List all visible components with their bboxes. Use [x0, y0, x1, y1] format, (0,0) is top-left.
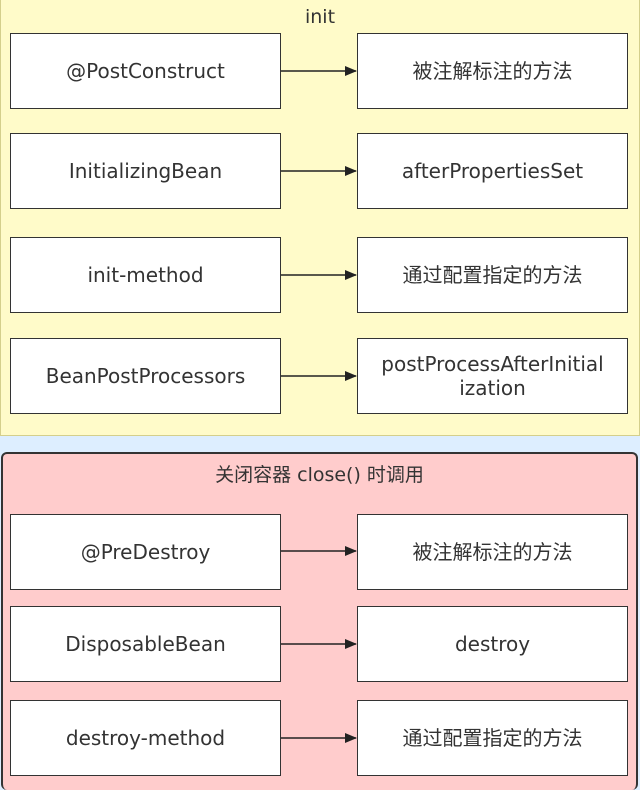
close-step-disposablebean: DisposableBean — [10, 606, 281, 682]
init-result-postprocess-line1: postProcessAfterInitial — [381, 352, 604, 376]
init-result-annotated-method-label: 被注解标注的方法 — [412, 59, 573, 83]
close-result-destroy-label: destroy — [454, 632, 531, 656]
init-result-configured-method-label: 通过配置指定的方法 — [402, 263, 583, 287]
close-group-title: 关闭容器 close() 时调用 — [215, 464, 424, 486]
close-step-destroy-method: destroy-method — [10, 700, 281, 776]
init-step-init-method: init-method — [10, 237, 281, 313]
init-step-beanpostprocessors-label: BeanPostProcessors — [45, 364, 246, 388]
init-result-configured-method: 通过配置指定的方法 — [357, 237, 628, 313]
init-result-afterpropertiesset: afterPropertiesSet — [357, 133, 628, 209]
close-result-annotated-method-label: 被注解标注的方法 — [412, 540, 573, 564]
init-step-postconstruct-label: @PostConstruct — [66, 59, 225, 83]
close-result-configured-method: 通过配置指定的方法 — [357, 700, 628, 776]
close-result-destroy: destroy — [357, 606, 628, 682]
close-step-predestroy-label: @PreDestroy — [80, 540, 211, 564]
close-step-destroy-method-label: destroy-method — [65, 726, 226, 750]
init-step-initializingbean-label: InitializingBean — [68, 159, 223, 183]
close-result-configured-method-label: 通过配置指定的方法 — [402, 726, 583, 750]
init-result-postprocess-line2: ization — [459, 376, 526, 400]
close-result-annotated-method: 被注解标注的方法 — [357, 514, 628, 590]
init-step-init-method-label: init-method — [87, 263, 204, 287]
init-step-postconstruct: @PostConstruct — [10, 33, 281, 109]
init-result-postprocessafterinitialization: postProcessAfterInitial ization — [357, 338, 628, 414]
init-step-beanpostprocessors: BeanPostProcessors — [10, 338, 281, 414]
init-result-annotated-method: 被注解标注的方法 — [357, 33, 628, 109]
close-step-disposablebean-label: DisposableBean — [65, 632, 226, 656]
init-result-afterpropertiesset-label: afterPropertiesSet — [401, 159, 584, 183]
init-group-title: init — [304, 6, 336, 28]
close-step-predestroy: @PreDestroy — [10, 514, 281, 590]
init-step-initializingbean: InitializingBean — [10, 133, 281, 209]
